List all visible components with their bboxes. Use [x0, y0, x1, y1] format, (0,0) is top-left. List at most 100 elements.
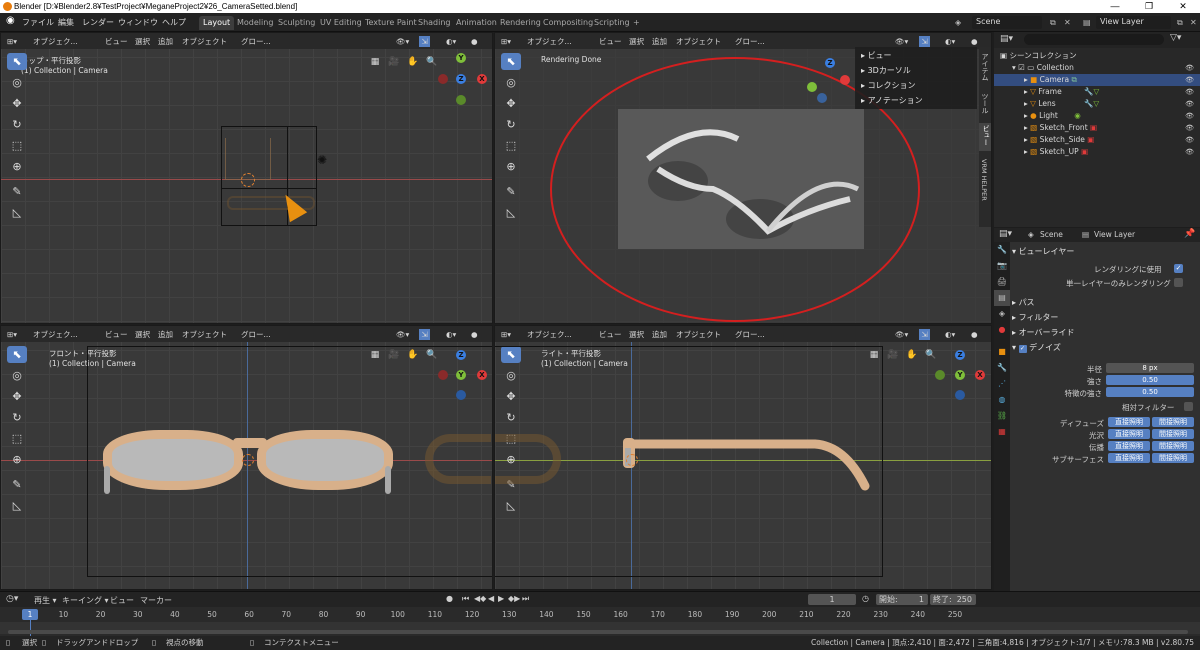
outliner-item-sketch-side[interactable]: ▸ ▧ Sketch_Side ▣ 👁	[994, 134, 1200, 146]
editor-type-icon[interactable]: ⊞▾	[7, 36, 17, 47]
object-tab-icon[interactable]: ■	[994, 344, 1010, 360]
outliner-search-input[interactable]	[1024, 34, 1164, 45]
outliner-item-camera[interactable]: ▸ ■ Camera ⧉ 👁	[994, 74, 1200, 86]
menu-render[interactable]: レンダー	[82, 17, 114, 29]
grid-toggle-icon[interactable]: ▦	[368, 55, 382, 69]
overlay-icon[interactable]: ◐▾	[446, 36, 456, 47]
transform-orientation[interactable]: グロー...	[735, 329, 765, 340]
section-filter[interactable]: ▸ フィルター	[1012, 311, 1058, 324]
glasses-left-lens[interactable]	[103, 430, 243, 490]
delete-scene-icon[interactable]: ✕	[1064, 17, 1071, 29]
transform-tool-icon[interactable]: ⊕	[7, 158, 27, 175]
sidebar-item-annotation[interactable]: ▸ アノテーション	[861, 95, 923, 107]
side-tab-item[interactable]: アイテム	[980, 53, 990, 81]
shading-solid-icon[interactable]: ●	[471, 36, 478, 47]
radius-field[interactable]: 8 px	[1106, 363, 1194, 373]
gizmo-neg-z-icon[interactable]	[955, 390, 965, 400]
3d-cursor-icon[interactable]	[242, 454, 254, 466]
menu-view[interactable]: ビュー	[599, 36, 622, 47]
tab-rendering[interactable]: Rendering	[496, 16, 545, 30]
world-tab-icon[interactable]: ●	[994, 322, 1010, 338]
glossy-direct-toggle[interactable]: 直接照明	[1108, 429, 1150, 439]
close-button[interactable]: ✕	[1166, 0, 1200, 13]
gizmo-toggle-icon[interactable]: ⇲	[419, 329, 430, 340]
diffuse-indirect-toggle[interactable]: 間接照明	[1152, 417, 1194, 427]
start-frame-field[interactable]: 開始: 1	[876, 594, 928, 605]
editor-type-icon[interactable]: ⊞▾	[501, 36, 511, 47]
menu-help[interactable]: ヘルプ	[162, 17, 186, 29]
rotate-tool-icon[interactable]: ↻	[501, 116, 521, 133]
single-layer-checkbox[interactable]	[1174, 278, 1183, 287]
timeline-scrollbar[interactable]	[8, 630, 1188, 634]
measure-tool-icon[interactable]: ◺	[7, 204, 27, 221]
tab-scripting[interactable]: Scripting	[590, 16, 634, 30]
blender-menu-icon[interactable]: ◉	[6, 15, 15, 27]
outliner-item-light[interactable]: ▸ ● Light ◉ 👁	[994, 110, 1200, 122]
scale-tool-icon[interactable]: ⬚	[7, 430, 27, 447]
texture-tab-icon[interactable]: ▦	[994, 424, 1010, 440]
editor-type-icon[interactable]: ▤▾	[999, 229, 1012, 239]
mode-selector[interactable]: オブジェク...	[33, 36, 78, 47]
outliner-item-sketch-front[interactable]: ▸ ▧ Sketch_Front ▣ 👁	[994, 122, 1200, 134]
gizmo-toggle-icon[interactable]: ⇲	[919, 36, 930, 47]
add-workspace-button[interactable]: +	[629, 16, 644, 30]
visibility-icon[interactable]: 👁▾	[895, 36, 908, 47]
pin-icon[interactable]: 📌	[1184, 229, 1195, 239]
timeline-ruler[interactable]: 1102030405060708090100110120130140150160…	[0, 609, 1200, 621]
gizmo-z-icon[interactable]: Z	[456, 74, 466, 84]
mode-selector[interactable]: オブジェク...	[33, 329, 78, 340]
camera-view-icon[interactable]: 🎥	[387, 55, 401, 69]
eye-icon[interactable]: 👁	[1185, 146, 1194, 158]
glasses-side-view[interactable]	[615, 434, 875, 494]
eye-icon[interactable]: 👁	[1185, 122, 1194, 134]
eye-icon[interactable]: 👁	[1185, 134, 1194, 146]
jump-end-icon[interactable]: ⏭	[522, 594, 529, 604]
cursor-tool-icon[interactable]: ◎	[501, 74, 521, 91]
clock-icon[interactable]: ◷▾	[6, 594, 18, 604]
zoom-icon[interactable]: 🔍	[924, 348, 938, 362]
section-override[interactable]: ▸ オーバーライド	[1012, 326, 1074, 339]
visibility-icon[interactable]: 👁▾	[895, 329, 908, 340]
viewport-right[interactable]: ⊞▾ オブジェク... ビュー 選択 追加 オブジェクト グロー... 👁▾ ⇲…	[494, 325, 992, 590]
feature-strength-slider[interactable]: 0.50	[1106, 387, 1194, 397]
output-tab-icon[interactable]: 🖨	[994, 274, 1010, 290]
scale-tool-icon[interactable]: ⬚	[7, 137, 27, 154]
pan-hand-icon[interactable]: ✋	[905, 348, 919, 362]
select-box-tool-icon[interactable]: ⬉	[501, 53, 521, 70]
gizmo-z-icon[interactable]: Z	[825, 58, 835, 68]
overlay-icon[interactable]: ◐▾	[446, 329, 456, 340]
scene-selector[interactable]: Scene	[972, 16, 1042, 29]
record-icon[interactable]: ●	[446, 594, 453, 603]
gizmo-toggle-icon[interactable]: ⇲	[919, 329, 930, 340]
measure-tool-icon[interactable]: ◺	[501, 204, 521, 221]
menu-view[interactable]: ビュー	[599, 329, 622, 340]
glossy-indirect-toggle[interactable]: 間接照明	[1152, 429, 1194, 439]
move-tool-icon[interactable]: ✥	[7, 388, 27, 405]
end-frame-field[interactable]: 終了: 250	[930, 594, 976, 605]
scene-tab-icon[interactable]: ◈	[1028, 230, 1034, 239]
scale-tool-icon[interactable]: ⬚	[501, 137, 521, 154]
jump-start-icon[interactable]: ⏮	[462, 594, 469, 604]
eye-icon[interactable]: 👁	[1185, 86, 1194, 98]
subsurface-direct-toggle[interactable]: 直接照明	[1108, 453, 1150, 463]
menu-marker[interactable]: マーカー	[140, 595, 172, 606]
section-denoise[interactable]: ▾ ✓ デノイズ	[1012, 341, 1061, 354]
glasses-right-lens[interactable]	[257, 430, 393, 490]
physics-tab-icon[interactable]: ◍	[994, 392, 1010, 408]
side-tab-tool[interactable]: ツール	[980, 93, 990, 114]
menu-object[interactable]: オブジェクト	[182, 36, 227, 47]
render-tab-icon[interactable]: 📷	[994, 258, 1010, 274]
tab-modeling[interactable]: Modeling	[233, 16, 277, 30]
eye-icon[interactable]: 👁	[1185, 62, 1194, 74]
menu-playback[interactable]: 再生 ▾	[34, 595, 57, 606]
play-reverse-icon[interactable]: ◀	[488, 594, 494, 603]
menu-object[interactable]: オブジェクト	[182, 329, 227, 340]
gizmo-x-icon[interactable]: X	[975, 370, 985, 380]
select-box-tool-icon[interactable]: ⬉	[7, 346, 27, 363]
delete-view-layer-icon[interactable]: ✕	[1190, 17, 1197, 29]
playhead[interactable]: 1	[22, 609, 38, 620]
tab-animation[interactable]: Animation	[452, 16, 501, 30]
denoise-checkbox[interactable]: ✓	[1018, 345, 1027, 353]
maximize-button[interactable]: ❐	[1132, 0, 1166, 13]
menu-view[interactable]: ビュー	[105, 36, 128, 47]
